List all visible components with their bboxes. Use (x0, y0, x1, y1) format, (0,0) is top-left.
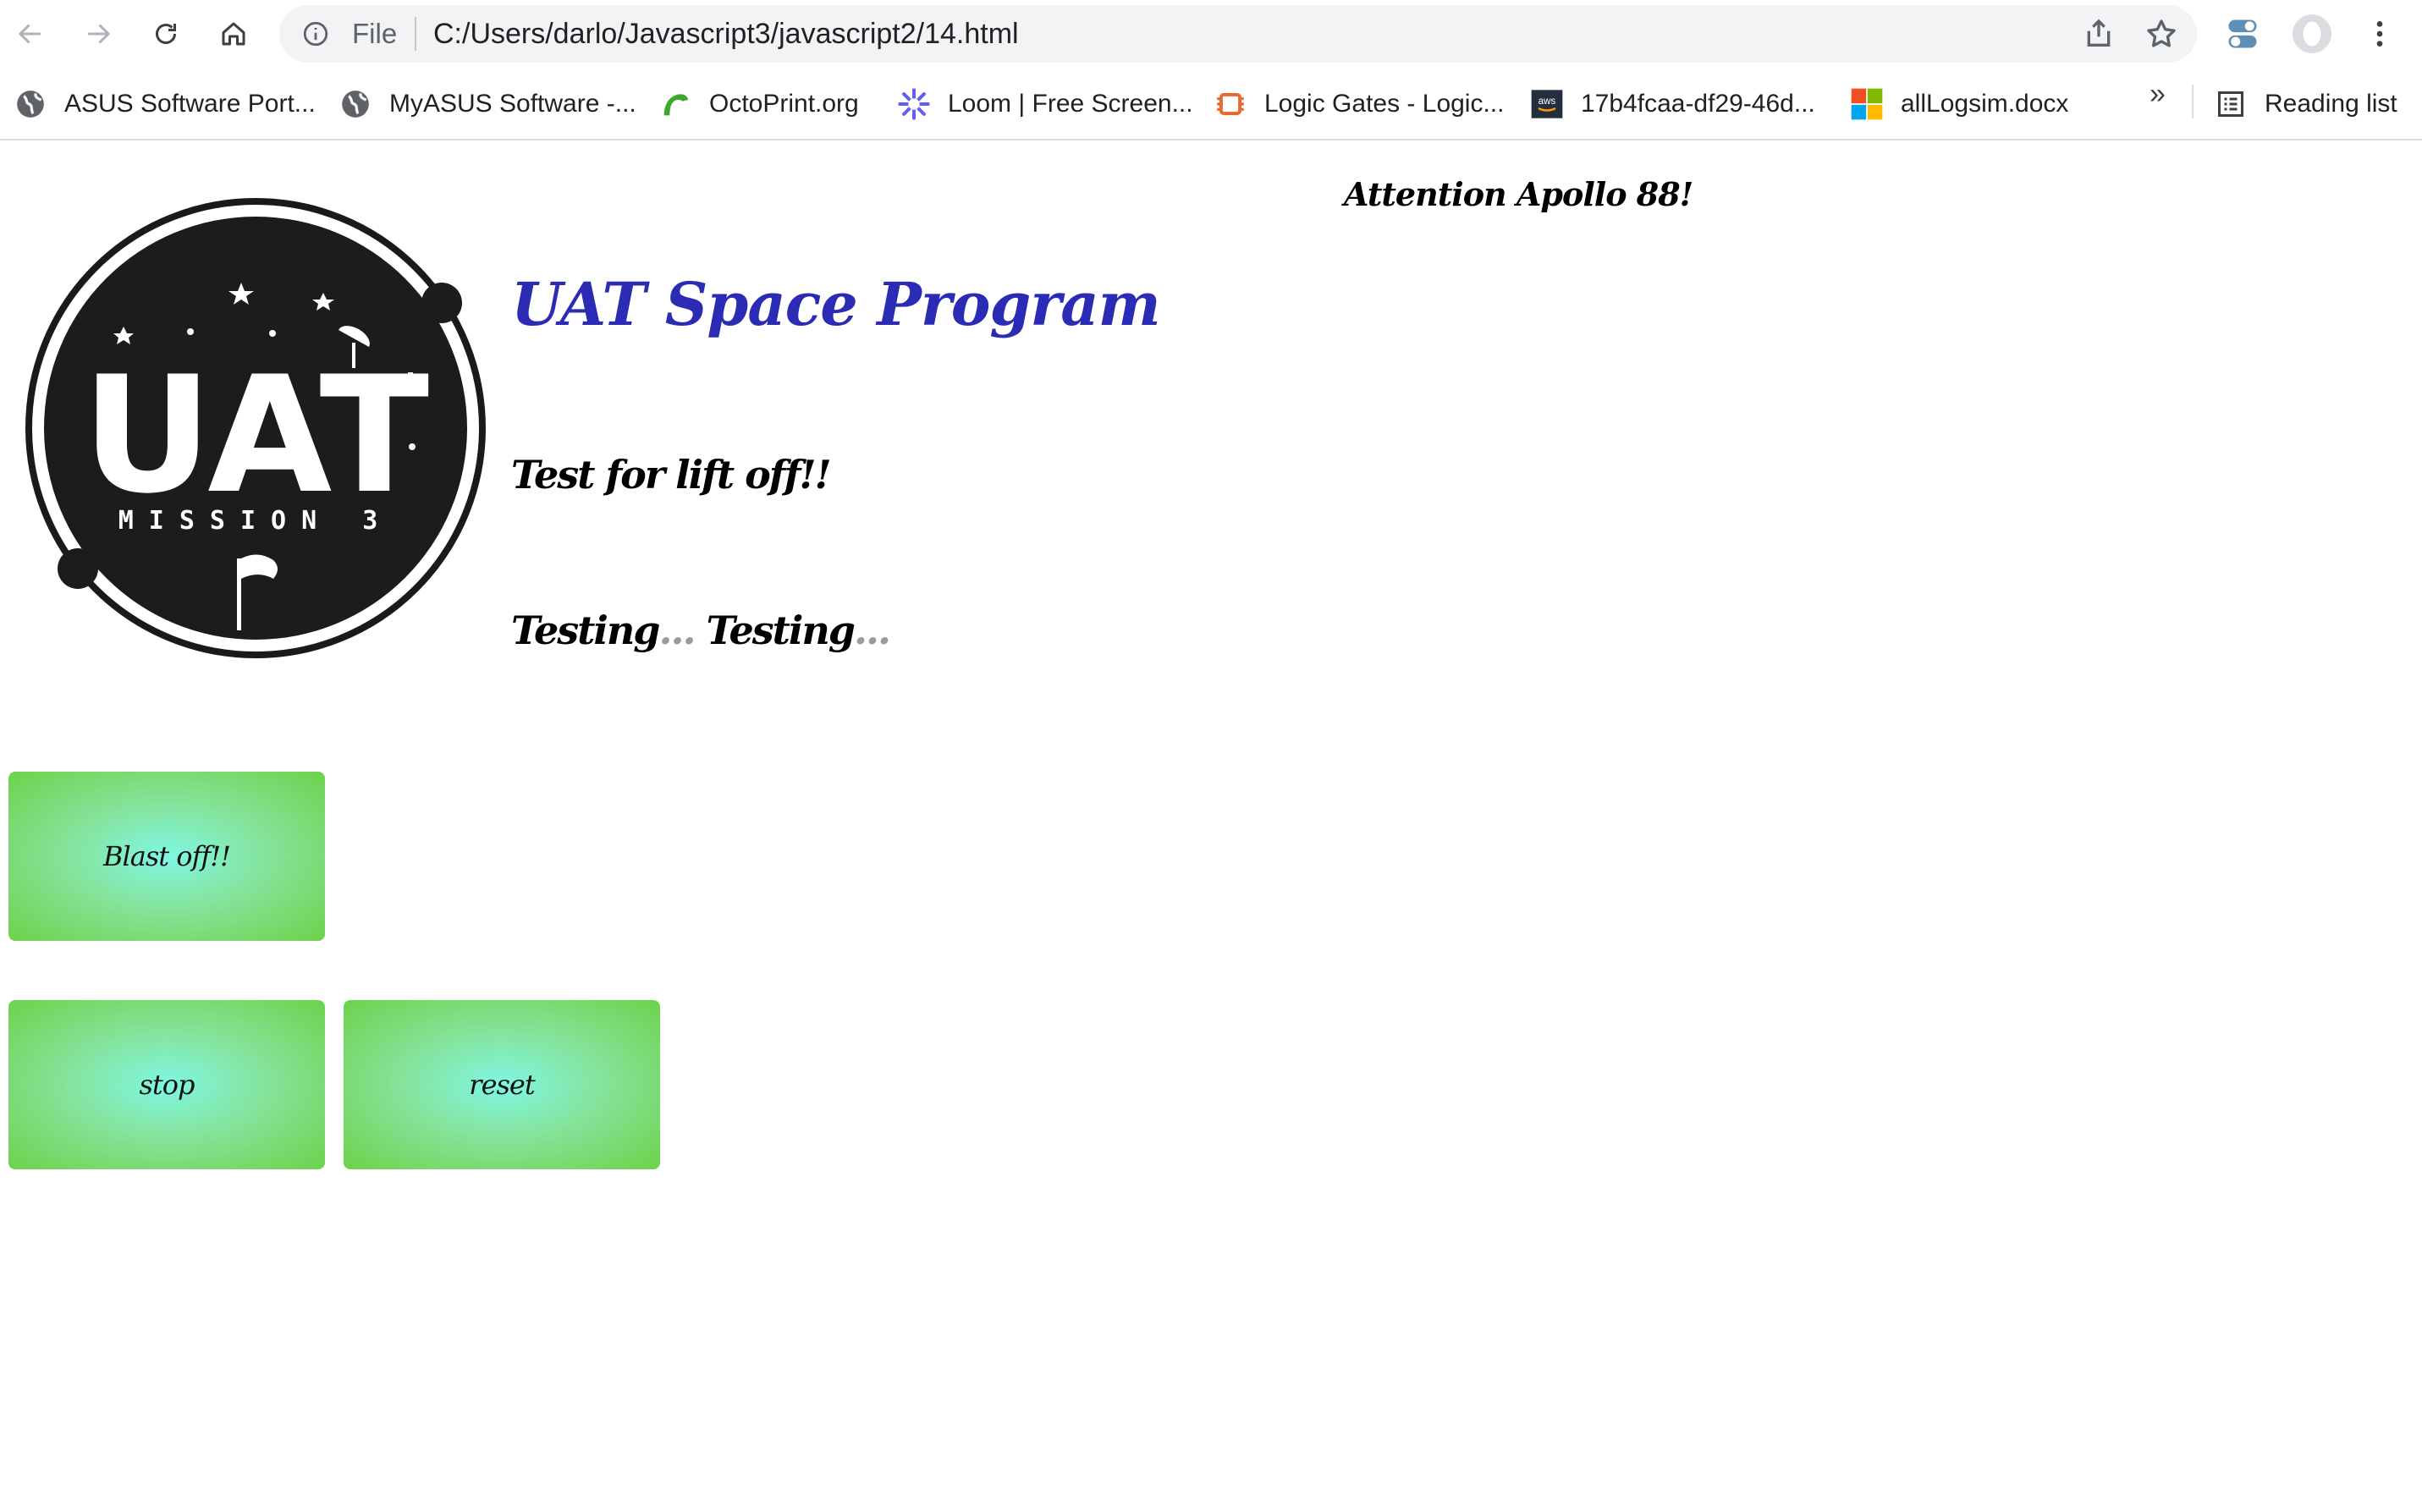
browser-toolbar: File C:/Users/darlo/Javascript3/javascri… (0, 0, 2422, 68)
reset-button[interactable]: reset (344, 1000, 660, 1169)
globe-icon (339, 87, 372, 121)
bookmarks-bar: ASUS Software Port... MyASUS Software -.… (0, 68, 2422, 140)
stop-label: stop (139, 1069, 195, 1101)
bookmarks-divider (2192, 85, 2194, 118)
testing-dots-2: ... (853, 608, 891, 653)
url-divider (415, 17, 416, 51)
toggle-extension-icon (2228, 19, 2257, 48)
avatar-icon (2293, 14, 2331, 53)
reload-button[interactable] (142, 10, 190, 58)
logo-main-text: UAT (82, 342, 429, 529)
uat-mission-logo: UAT MISSION 3 (25, 186, 487, 664)
reading-list-icon (2214, 87, 2248, 121)
bookmark-star-icon[interactable] (2144, 17, 2178, 51)
info-icon[interactable] (301, 19, 330, 48)
back-button[interactable] (7, 10, 54, 58)
logo-sub-text: MISSION 3 (118, 506, 394, 536)
bookmark-alllogsim[interactable]: allLogsim.docx (1850, 85, 2068, 124)
share-icon[interactable] (2082, 17, 2116, 51)
reload-icon (156, 24, 176, 44)
extensions-button[interactable] (2221, 12, 2265, 56)
url-text[interactable]: C:/Users/darlo/Javascript3/javascript2/1… (433, 18, 1019, 50)
home-button[interactable] (210, 10, 257, 58)
bookmark-asus-software-portal[interactable]: ASUS Software Port... (14, 85, 316, 124)
back-arrow-icon (18, 24, 41, 44)
bookmark-myasus-software[interactable]: MyASUS Software -... (339, 85, 636, 124)
menu-button[interactable] (2358, 12, 2402, 56)
bookmark-logic-gates[interactable]: Logic Gates - Logic... (1214, 85, 1504, 124)
testing-word-2: Testing (694, 608, 856, 653)
stop-button[interactable]: stop (8, 1000, 325, 1169)
liftoff-subtitle: Test for lift off!! (511, 452, 832, 498)
profile-button[interactable] (2290, 12, 2334, 56)
page-title: UAT Space Program (511, 269, 1161, 339)
octoprint-icon (658, 87, 692, 121)
reading-list-button[interactable]: Reading list (2214, 85, 2397, 124)
reset-label: reset (469, 1069, 535, 1101)
logo-emblem: UAT MISSION 3 (25, 198, 486, 658)
bookmark-octoprint[interactable]: OctoPrint.org (658, 85, 859, 124)
microsoft-icon (1850, 87, 1884, 121)
testing-text: Testing... Testing... (511, 608, 891, 653)
bookmark-loom[interactable]: Loom | Free Screen... (897, 85, 1193, 124)
aws-icon: aws (1530, 87, 1564, 121)
forward-button[interactable] (74, 10, 122, 58)
url-scheme: File (352, 18, 398, 49)
globe-icon (14, 87, 47, 121)
testing-word-1: Testing (511, 608, 660, 653)
testing-dots-1: ... (658, 608, 696, 653)
blast-off-button[interactable]: Blast off!! (8, 772, 325, 941)
kebab-menu-icon (2376, 21, 2383, 47)
bookmark-aws-document[interactable]: aws 17b4fcaa-df29-46d... (1530, 85, 1815, 124)
loom-icon (897, 87, 931, 121)
chip-icon (1214, 87, 1247, 121)
home-icon (222, 22, 245, 46)
address-bar[interactable]: File C:/Users/darlo/Javascript3/javascri… (279, 5, 2197, 63)
forward-arrow-icon (88, 24, 111, 44)
blast-off-label: Blast off!! (103, 840, 231, 872)
svg-text:aws: aws (1539, 96, 1556, 107)
attention-heading: Attention Apollo 88! (1344, 175, 1693, 213)
more-bookmarks-button[interactable]: » (2150, 78, 2166, 111)
